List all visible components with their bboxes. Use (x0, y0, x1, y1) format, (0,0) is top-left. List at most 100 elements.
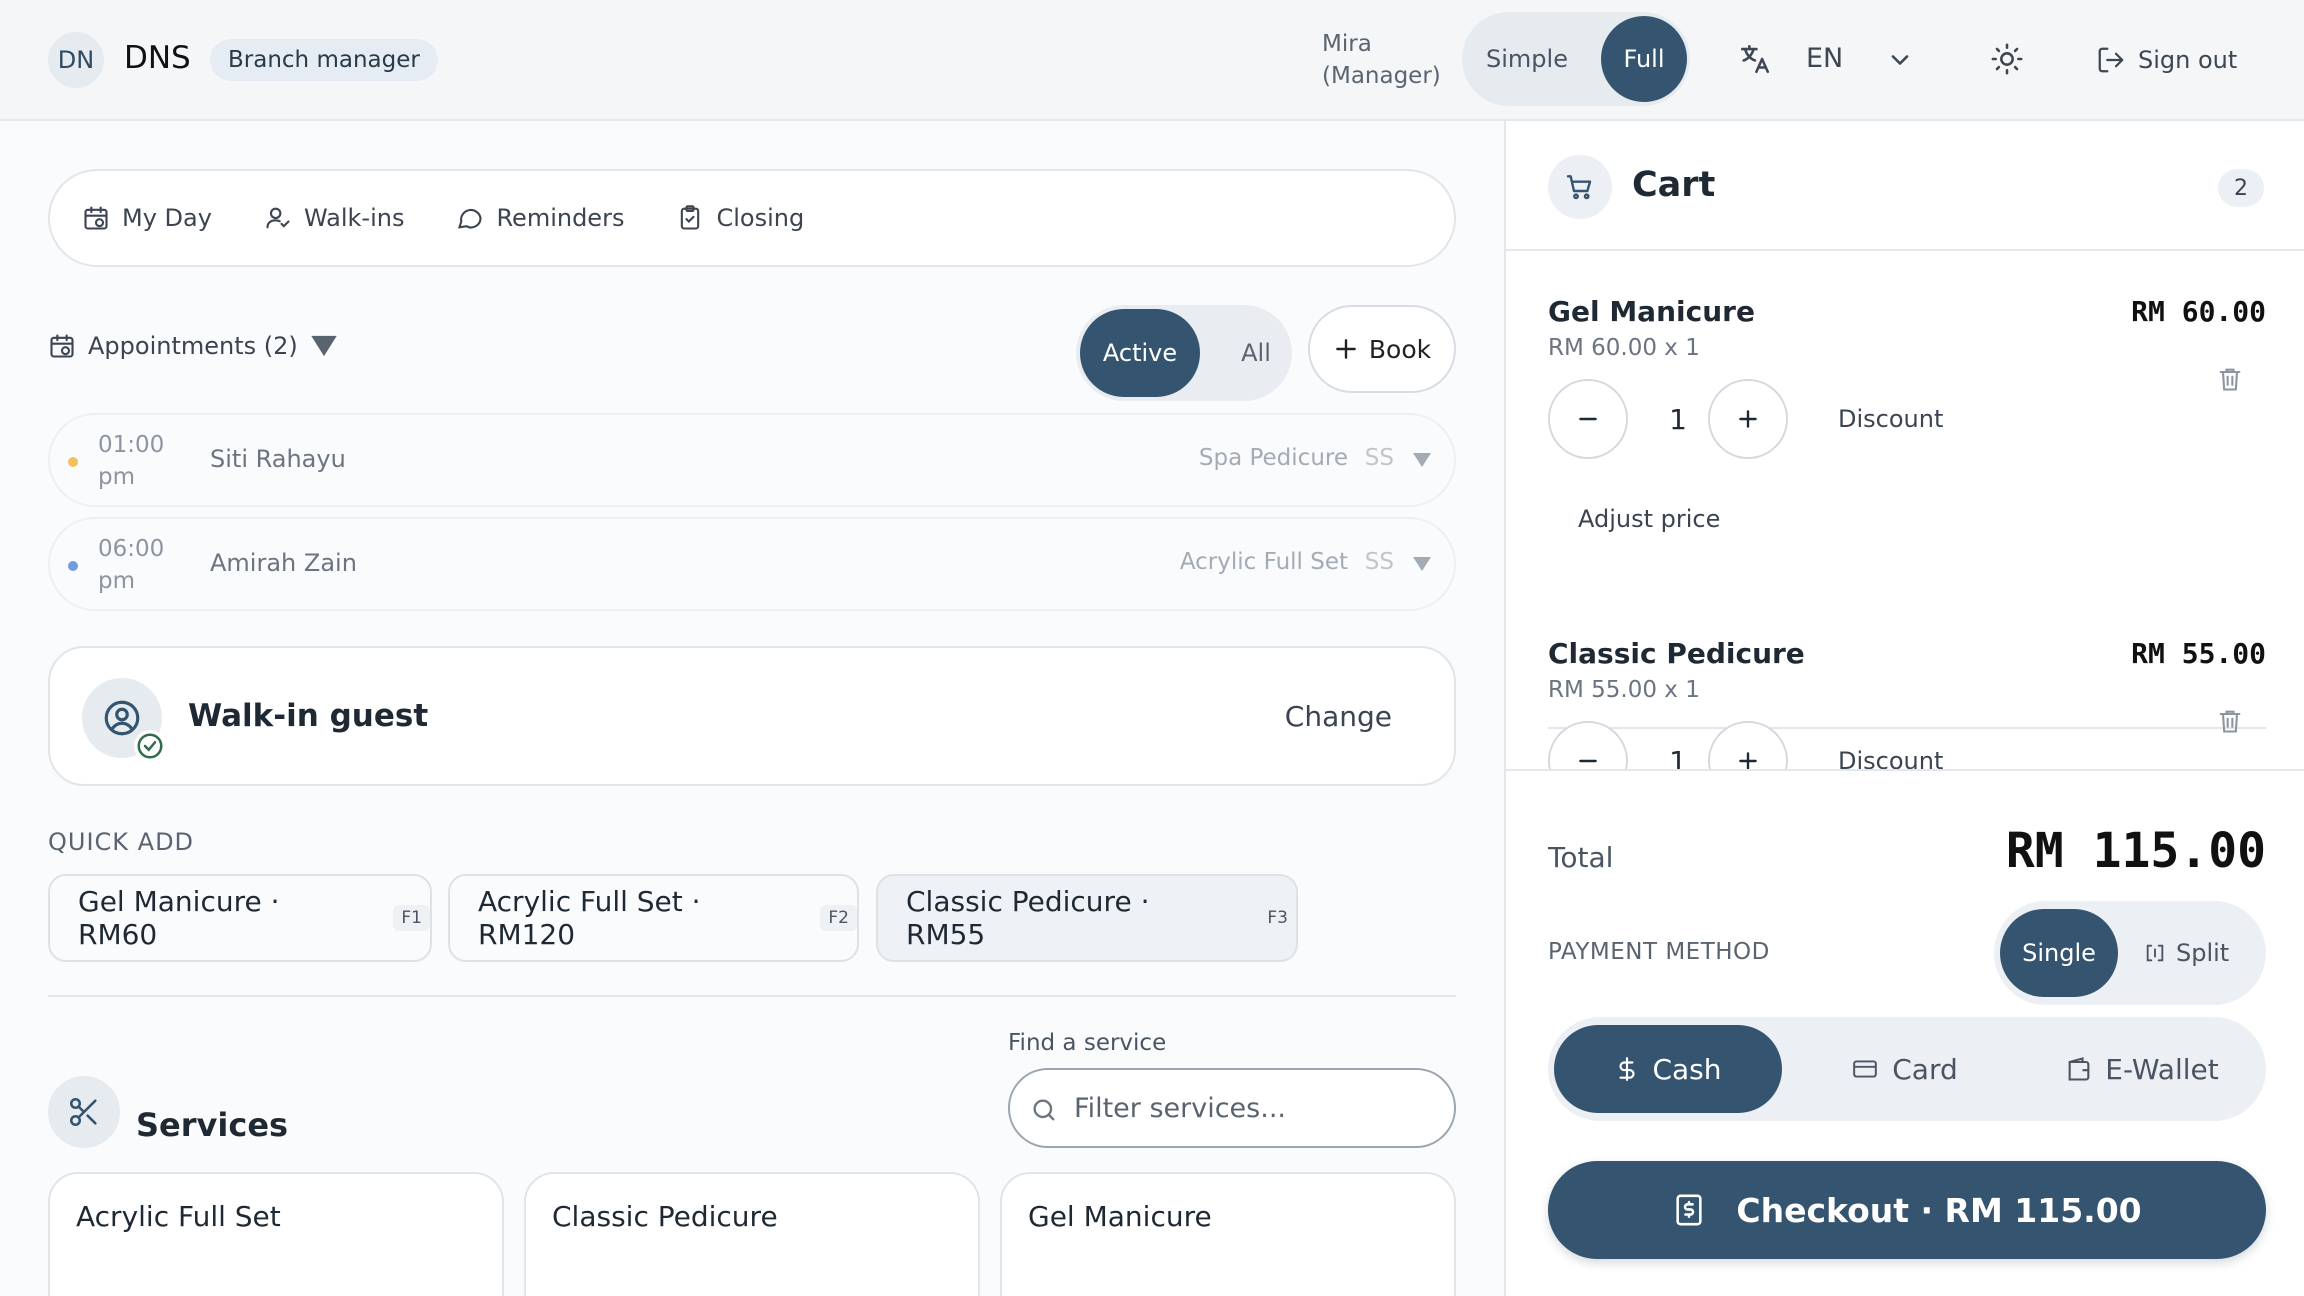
mode-simple-button[interactable]: Simple (1462, 12, 1592, 106)
caret-down-icon[interactable] (1412, 451, 1432, 469)
checkout-button[interactable]: Checkout · RM 115.00 (1548, 1161, 2266, 1259)
book-button[interactable]: Book (1308, 305, 1456, 393)
tab-closing[interactable]: Closing (676, 204, 804, 232)
appointments-title: Appointments (2) (88, 332, 298, 360)
top-bar: DN DNS Branch manager Mira (Manager) Sim… (0, 0, 2304, 121)
pay-ewallet-button[interactable]: E-Wallet (2026, 1025, 2258, 1113)
cart-item-price: RM 60.00 (2131, 295, 2266, 328)
brand-name: DNS (124, 40, 191, 76)
chevron-down-icon[interactable] (1886, 46, 1914, 74)
check-circle-icon (134, 730, 166, 762)
payment-mode-toggle: Single Split (1994, 901, 2266, 1005)
cart-item: Classic Pedicure RM 55.00 RM 55.00 x 1 1… (1548, 637, 2266, 773)
mode-toggle: Simple Full (1462, 12, 1690, 106)
quick-add-acrylic-full-set[interactable]: Acrylic Full Set · RM120 F2 (448, 874, 859, 962)
appointment-time-period: pm (98, 568, 136, 594)
trash-icon[interactable] (2216, 363, 2244, 395)
appointment-row[interactable]: 06:00 pm Amirah Zain Acrylic Full Set SS (48, 517, 1456, 611)
dollar-icon (1619, 1057, 1636, 1081)
cart-item-unit: RM 55.00 x 1 (1548, 677, 1700, 703)
appointment-staff: SS (1364, 445, 1394, 471)
single-payment-button[interactable]: Single (2000, 909, 2118, 997)
appointment-filter: Active All (1076, 305, 1292, 401)
status-dot (68, 457, 78, 467)
find-service-label: Find a service (1008, 1030, 1167, 1056)
service-card[interactable]: Gel Manicure (1000, 1172, 1456, 1296)
appointment-time-hour: 06:00 (98, 536, 165, 562)
appointment-service: Acrylic Full Set (1179, 549, 1348, 575)
filter-active-button[interactable]: Active (1080, 309, 1200, 397)
cart-count-badge: 2 (2218, 169, 2264, 207)
sign-out-icon (2098, 47, 2124, 73)
translate-icon[interactable] (1738, 42, 1772, 76)
appointment-service: Spa Pedicure (1198, 445, 1348, 471)
minus-icon (1579, 417, 1597, 421)
clipboard-check-icon (681, 205, 700, 230)
split-payment-button[interactable]: Split (2144, 901, 2229, 1005)
filter-all-button[interactable]: All (1226, 305, 1286, 401)
appointment-time-hour: 01:00 (98, 432, 165, 458)
pay-cash-button[interactable]: Cash (1554, 1025, 1782, 1113)
cart-items-list[interactable]: Gel Manicure RM 60.00 RM 60.00 x 1 1 Dis… (1506, 251, 2304, 773)
service-card[interactable]: Classic Pedicure (524, 1172, 980, 1296)
calendar-clock-icon (50, 334, 74, 358)
discount-button[interactable]: Discount (1838, 405, 1943, 433)
quick-add-title: QUICK ADD (48, 828, 195, 856)
quick-add-label: Acrylic Full Set · RM120 (478, 885, 701, 951)
sun-icon[interactable] (1990, 42, 2024, 76)
plus-icon (1336, 339, 1356, 359)
increase-qty-button[interactable] (1708, 379, 1788, 459)
trash-icon[interactable] (2216, 705, 2244, 737)
sign-out-button[interactable]: Sign out (2096, 42, 2237, 78)
pay-card-button[interactable]: Card (1794, 1025, 2014, 1113)
tab-label: Reminders (496, 204, 625, 232)
quantity-value: 1 (1669, 403, 1687, 436)
decrease-qty-button[interactable] (1548, 379, 1628, 459)
appointment-row[interactable]: 01:00 pm Siti Rahayu Spa Pedicure SS (48, 413, 1456, 507)
decrease-qty-button[interactable] (1548, 721, 1628, 773)
appointment-time: 06:00 pm (98, 533, 178, 597)
caret-down-icon[interactable] (1412, 555, 1432, 573)
status-dot (68, 561, 78, 571)
credit-card-icon (1853, 1060, 1878, 1078)
adjust-price-button[interactable]: Adjust price (1578, 505, 1720, 533)
checkout-label: Checkout · RM 115.00 (1736, 1190, 2142, 1230)
increase-qty-button[interactable] (1708, 721, 1788, 773)
service-search (1008, 1068, 1456, 1148)
nav-tabs: My Day Walk-ins Reminders Closing (48, 169, 1456, 267)
language-select[interactable]: EN (1806, 43, 1843, 74)
logo-avatar: DN (48, 32, 104, 88)
pay-option-label: Cash (1652, 1052, 1722, 1086)
mode-full-button[interactable]: Full (1601, 16, 1687, 102)
sign-out-label: Sign out (2138, 46, 2238, 74)
calendar-clock-icon (84, 206, 108, 230)
tab-label: Closing (716, 204, 805, 232)
payment-options: Cash Card E-Wallet (1548, 1017, 2266, 1121)
appointment-client: Siti Rahayu (210, 445, 346, 473)
change-customer-button[interactable]: Change (1285, 700, 1392, 733)
book-label: Book (1368, 334, 1432, 364)
cart-footer: Total RM 115.00 PAYMENT METHOD Single Sp… (1506, 769, 2304, 1296)
plus-icon (1739, 410, 1757, 428)
appointments-toggle[interactable]: Appointments (2) (48, 332, 338, 360)
quick-add-gel-manicure[interactable]: Gel Manicure · RM60 F1 (48, 874, 432, 962)
user-role-line: (Manager) (1322, 63, 1441, 89)
quick-add-classic-pedicure[interactable]: Classic Pedicure · RM55 F3 (876, 874, 1298, 962)
services-title: Services (136, 1106, 289, 1144)
tab-my-day[interactable]: My Day (82, 204, 212, 232)
appointment-client: Amirah Zain (210, 549, 357, 577)
wallet-icon (2068, 1057, 2090, 1081)
search-input[interactable] (1074, 1084, 1434, 1132)
tab-reminders[interactable]: Reminders (456, 204, 624, 232)
cart-item: Gel Manicure RM 60.00 RM 60.00 x 1 1 Dis… (1548, 295, 2266, 595)
service-card[interactable]: Acrylic Full Set (48, 1172, 504, 1296)
appointment-time-period: pm (98, 464, 136, 490)
service-name: Gel Manicure (1028, 1200, 1212, 1233)
split-label: Split (2176, 939, 2230, 967)
tab-label: Walk-ins (303, 204, 405, 232)
cart-item-unit: RM 60.00 x 1 (1548, 335, 1700, 361)
tab-walk-ins[interactable]: Walk-ins (264, 204, 405, 232)
cart-item-name: Gel Manicure (1548, 295, 1755, 328)
user-name: Mira (Manager) (1322, 28, 1441, 92)
walk-in-card: Walk-in guest Change (48, 646, 1456, 786)
